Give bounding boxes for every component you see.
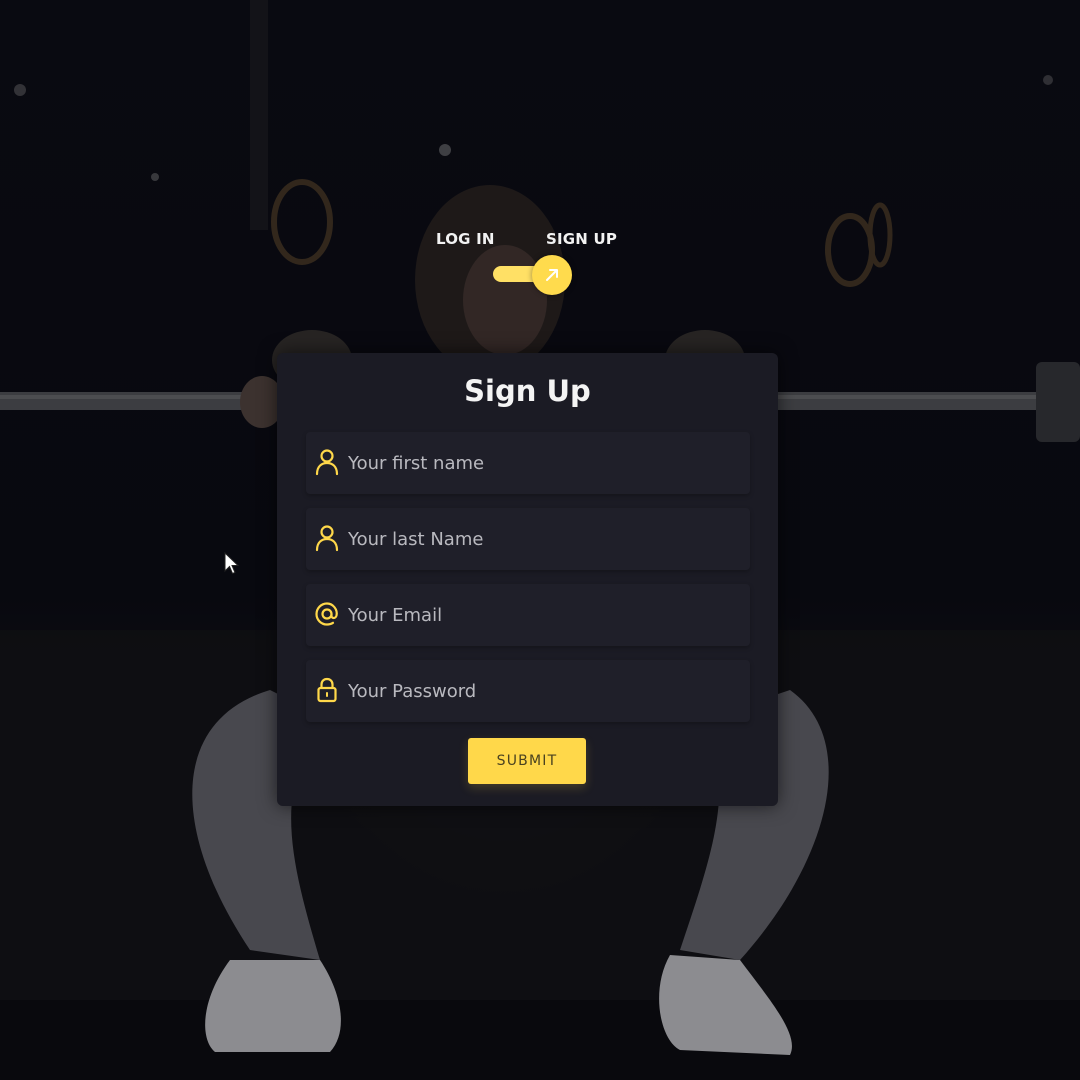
submit-button[interactable]: SUBMIT [468,738,586,784]
signup-tab[interactable]: SIGN UP [546,230,617,248]
form-title: Sign Up [464,374,591,408]
lock-icon [317,677,337,703]
at-sign-icon [315,602,338,626]
auth-mode-toggle[interactable]: LOG IN SIGN UP [420,226,640,296]
first-name-input[interactable] [348,432,738,494]
user-icon [315,449,339,476]
user-icon [315,525,339,552]
page-background: LOG IN SIGN UP Sign Up Your first name Y… [0,0,1080,1080]
mouse-cursor-icon [224,552,240,575]
last-name-field[interactable] [306,508,750,570]
last-name-input[interactable] [348,508,738,570]
login-tab[interactable]: LOG IN [436,230,495,248]
toggle-knob[interactable] [532,255,572,295]
arrow-up-right-icon [546,269,558,281]
password-input[interactable] [348,660,738,722]
signup-card: Sign Up Your first name Your last Name Y… [277,353,778,806]
email-field[interactable] [306,584,750,646]
first-name-field[interactable] [306,432,750,494]
email-input[interactable] [348,584,738,646]
password-field[interactable] [306,660,750,722]
